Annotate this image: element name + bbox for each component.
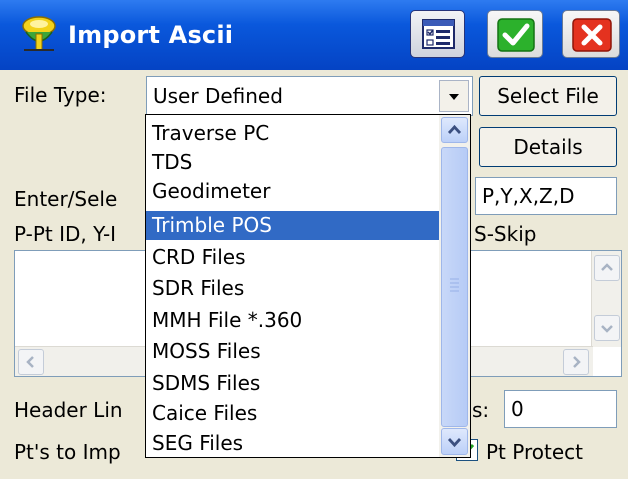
pt-protect-label: Pt Protect bbox=[486, 440, 583, 464]
file-type-dropdown-list[interactable]: Traverse PC TDS Geodimeter Trimble POS C… bbox=[145, 114, 471, 458]
header-lines-input[interactable]: 0 bbox=[504, 390, 617, 428]
scroll-left-button[interactable] bbox=[18, 349, 44, 375]
grip-icon bbox=[450, 278, 459, 292]
dropdown-item[interactable]: Geodimeter bbox=[146, 177, 439, 206]
details-button[interactable]: Details bbox=[479, 127, 617, 167]
dropdown-scroll-thumb[interactable] bbox=[441, 147, 468, 427]
format-input[interactable]: P,Y,X,Z,D bbox=[475, 177, 617, 215]
legend-text-right: S-Skip bbox=[474, 222, 537, 246]
chevron-down-icon bbox=[447, 438, 462, 448]
file-type-select[interactable]: User Defined bbox=[146, 76, 473, 116]
close-button[interactable] bbox=[562, 10, 620, 58]
header-lines-label-suffix: s: bbox=[472, 398, 490, 422]
dropdown-item[interactable]: SDMS Files bbox=[146, 369, 439, 398]
app-logo-icon bbox=[16, 10, 62, 56]
dropdown-item[interactable]: Caice Files bbox=[146, 399, 439, 428]
dropdown-item[interactable]: SEG Files bbox=[146, 429, 439, 457]
pts-to-import-label: Pt's to Imp bbox=[14, 440, 121, 464]
chevron-right-icon bbox=[573, 356, 581, 368]
dropdown-item[interactable]: TDS bbox=[146, 148, 439, 177]
dropdown-scroll-down-button[interactable] bbox=[441, 428, 468, 455]
scroll-right-button[interactable] bbox=[563, 349, 589, 375]
dropdown-scroll-up-button[interactable] bbox=[441, 117, 468, 143]
header-lines-label: Header Lin bbox=[14, 398, 123, 422]
window-title: Import Ascii bbox=[68, 21, 234, 49]
ok-button[interactable] bbox=[487, 10, 543, 58]
title-bar: Import Ascii bbox=[0, 0, 628, 70]
preview-vertical-scrollbar[interactable] bbox=[591, 251, 621, 347]
legend-text-left: P-Pt ID, Y-I bbox=[14, 222, 117, 246]
scroll-down-button[interactable] bbox=[594, 315, 620, 341]
chevron-down-icon bbox=[601, 325, 613, 333]
checkmark-icon bbox=[497, 18, 535, 52]
enter-select-label: Enter/Sele bbox=[14, 187, 118, 211]
select-file-button[interactable]: Select File bbox=[479, 76, 617, 116]
scroll-up-button[interactable] bbox=[594, 255, 620, 281]
dropdown-item[interactable]: MOSS Files bbox=[146, 337, 439, 366]
view-window-icon bbox=[422, 19, 455, 49]
dropdown-arrow-button[interactable] bbox=[439, 80, 469, 112]
dropdown-scrollbar[interactable] bbox=[439, 115, 470, 457]
dropdown-item-selected[interactable]: Trimble POS bbox=[146, 211, 439, 240]
dropdown-item[interactable]: MMH File *.360 bbox=[146, 306, 439, 335]
chevron-down-icon bbox=[449, 94, 459, 100]
chevron-left-icon bbox=[26, 356, 34, 368]
dropdown-item[interactable]: SDR Files bbox=[146, 274, 439, 303]
chevron-up-icon bbox=[601, 263, 613, 271]
file-type-label: File Type: bbox=[14, 83, 107, 107]
close-icon bbox=[572, 18, 612, 52]
dropdown-options: Traverse PC TDS Geodimeter Trimble POS C… bbox=[146, 115, 439, 457]
view-window-button[interactable] bbox=[410, 10, 465, 58]
chevron-up-icon bbox=[447, 124, 462, 134]
file-type-value: User Defined bbox=[153, 84, 283, 108]
dropdown-item[interactable]: CRD Files bbox=[146, 243, 439, 272]
dropdown-item[interactable]: Traverse PC bbox=[146, 119, 439, 148]
